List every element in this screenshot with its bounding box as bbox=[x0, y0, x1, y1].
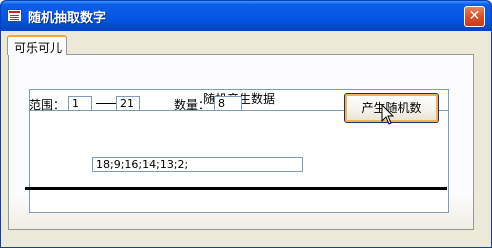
app-window: 随机抽取数字 ✕ 可乐可儿 随机产生数据 范围： 数量： 产生随机数 bbox=[0, 0, 492, 248]
form-window-icon[interactable] bbox=[7, 9, 22, 22]
range-label: 范围： bbox=[29, 98, 66, 112]
count-label: 数量： bbox=[174, 98, 211, 112]
window-title: 随机抽取数字 bbox=[28, 11, 107, 26]
tab-kelekeer[interactable]: 可乐可儿 bbox=[7, 35, 67, 55]
result-output[interactable] bbox=[92, 157, 303, 172]
close-icon: ✕ bbox=[468, 8, 481, 24]
range-to-input[interactable] bbox=[116, 96, 140, 111]
title-bar[interactable]: 随机抽取数字 ✕ bbox=[1, 1, 491, 31]
mouse-pointer-icon bbox=[381, 104, 395, 125]
client-area: 可乐可儿 随机产生数据 bbox=[4, 31, 488, 245]
count-input[interactable] bbox=[214, 96, 242, 111]
close-button[interactable]: ✕ bbox=[464, 6, 485, 27]
range-dash bbox=[96, 103, 116, 104]
tab-label: 可乐可儿 bbox=[14, 41, 63, 55]
divider-line bbox=[25, 187, 447, 190]
tab-page: 随机产生数据 bbox=[8, 54, 474, 230]
range-from-input[interactable] bbox=[68, 96, 92, 111]
